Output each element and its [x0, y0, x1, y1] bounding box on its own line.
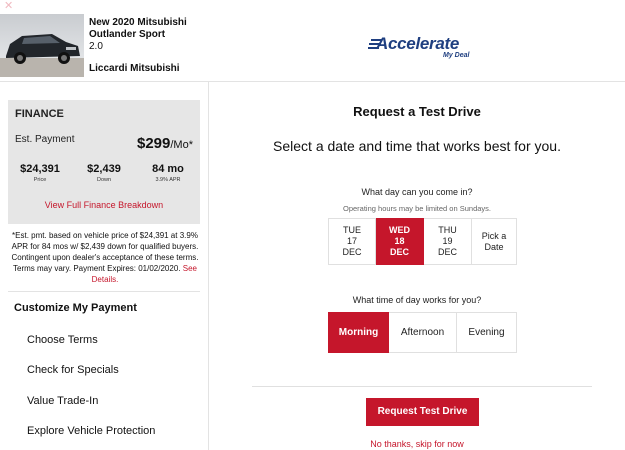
- request-test-drive-button[interactable]: Request Test Drive: [366, 398, 479, 426]
- stat-value: 84 mo: [152, 163, 184, 175]
- vehicle-trim: 2.0: [89, 41, 103, 52]
- divider: [252, 386, 592, 387]
- time-question: What time of day works for you?: [352, 295, 482, 305]
- payment-value: $299: [137, 135, 171, 152]
- menu-item-value-trade-in[interactable]: Value Trade-In: [27, 395, 98, 407]
- payment-amount: $299/Mo*: [137, 135, 193, 152]
- stat-price: $24,391 Price: [20, 163, 60, 183]
- customize-heading: Customize My Payment: [14, 302, 137, 314]
- day-number: 17: [346, 236, 357, 246]
- stat-term: 84 mo 3.9% APR: [148, 163, 188, 183]
- time-selector: Morning Afternoon Evening: [328, 312, 517, 353]
- finance-card: FINANCE Est. Payment $299/Mo* $24,391 Pr…: [8, 100, 200, 224]
- time-option-evening[interactable]: Evening: [457, 312, 517, 353]
- brand-name: Accelerate: [376, 34, 460, 53]
- stat-label: Down: [96, 177, 112, 183]
- day-of-week: WED: [389, 225, 410, 235]
- day-selector: TUE 17 DEC WED 18 DEC THU 19 DEC Pick a …: [328, 218, 517, 265]
- menu-item-check-specials[interactable]: Check for Specials: [27, 364, 119, 376]
- day-number: 19: [442, 236, 453, 246]
- vehicle-title: New 2020 Mitsubishi Outlander Sport: [89, 17, 187, 40]
- page-subtitle: Select a date and time that works best f…: [273, 138, 561, 154]
- day-option-wed[interactable]: WED 18 DEC: [376, 218, 424, 265]
- stat-down: $2,439 Down: [84, 163, 124, 183]
- day-of-week: TUE: [343, 225, 361, 235]
- menu-item-vehicle-protection[interactable]: Explore Vehicle Protection: [27, 425, 155, 437]
- stat-label: 3.9% APR: [155, 177, 181, 183]
- stat-label: Price: [33, 177, 47, 183]
- vehicle-info: New 2020 Mitsubishi Outlander Sport 2.0 …: [89, 17, 219, 75]
- day-number: 18: [394, 236, 405, 246]
- disclaimer-text: *Est. pmt. based on vehicle price of $24…: [11, 231, 199, 273]
- close-icon[interactable]: ✕: [4, 1, 13, 12]
- finance-breakdown-link[interactable]: View Full Finance Breakdown: [8, 200, 200, 210]
- page-title: Request a Test Drive: [353, 104, 481, 119]
- day-option-tue[interactable]: TUE 17 DEC: [328, 218, 376, 265]
- day-month: DEC: [342, 247, 362, 257]
- stat-value: $2,439: [87, 163, 121, 175]
- day-of-week: THU: [438, 225, 457, 235]
- left-panel: FINANCE Est. Payment $299/Mo* $24,391 Pr…: [0, 82, 209, 450]
- time-option-morning[interactable]: Morning: [328, 312, 389, 353]
- divider: [8, 291, 200, 292]
- pick-date-button[interactable]: Pick a Date: [472, 218, 517, 265]
- day-question: What day can you come in?: [361, 187, 473, 197]
- brand-logo: Accelerate My Deal: [368, 34, 478, 62]
- menu-item-choose-terms[interactable]: Choose Terms: [27, 334, 98, 346]
- dealer-name: Liccardi Mitsubishi: [89, 63, 180, 74]
- header: ✕ New 2020 Mitsubishi Outlander Sport 2.…: [0, 0, 625, 82]
- payment-unit: /Mo*: [170, 139, 193, 151]
- finance-heading: FINANCE: [15, 108, 64, 120]
- day-option-thu[interactable]: THU 19 DEC: [424, 218, 472, 265]
- stat-value: $24,391: [20, 163, 60, 175]
- brand-tagline: My Deal: [443, 52, 470, 59]
- day-note: Operating hours may be limited on Sunday…: [343, 204, 491, 213]
- time-option-afternoon[interactable]: Afternoon: [389, 312, 457, 353]
- skip-link[interactable]: No thanks, skip for now: [209, 439, 625, 449]
- day-month: DEC: [437, 247, 457, 257]
- vehicle-image: [0, 14, 84, 77]
- payment-label: Est. Payment: [15, 134, 75, 145]
- finance-disclaimer: *Est. pmt. based on vehicle price of $24…: [9, 230, 201, 285]
- day-month: DEC: [389, 247, 409, 257]
